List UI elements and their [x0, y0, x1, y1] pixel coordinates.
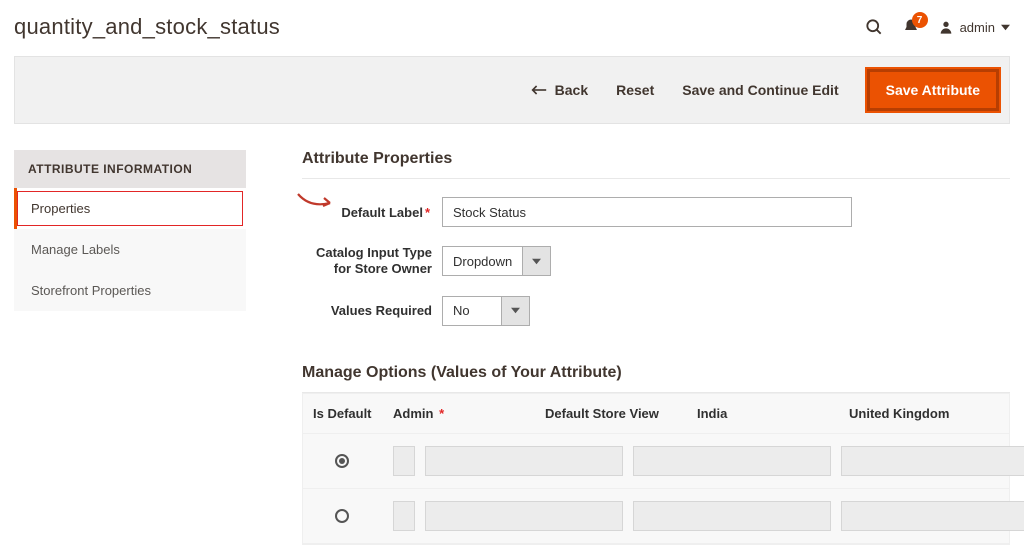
- required-mark: *: [423, 205, 432, 220]
- reset-button[interactable]: Reset: [616, 82, 654, 98]
- notifications-badge: 7: [912, 12, 928, 28]
- chevron-down-icon: [1001, 23, 1010, 32]
- section-manage-options: Manage Options (Values of Your Attribute…: [302, 364, 1010, 393]
- user-icon: [938, 19, 954, 35]
- default-label-input[interactable]: [442, 197, 852, 227]
- chevron-down-icon: [522, 247, 550, 275]
- option-india-input[interactable]: [633, 501, 831, 531]
- chevron-down-icon: [501, 297, 529, 325]
- values-required-select[interactable]: No: [442, 296, 530, 326]
- option-row: [303, 489, 1009, 544]
- sidebar: ATTRIBUTE INFORMATION Properties Manage …: [14, 150, 246, 545]
- back-button[interactable]: Back: [531, 82, 588, 98]
- option-uk-input[interactable]: [841, 446, 1024, 476]
- admin-label: admin: [960, 20, 995, 35]
- option-admin-input[interactable]: [393, 446, 415, 476]
- option-admin-input[interactable]: [393, 501, 415, 531]
- main: Attribute Properties Default Label* Cata…: [302, 150, 1010, 545]
- action-bar: Back Reset Save and Continue Edit Save A…: [14, 56, 1010, 124]
- top-actions: 7 admin: [864, 17, 1010, 37]
- option-default-store-input[interactable]: [425, 446, 623, 476]
- options-header: Is Default Admin * Default Store View In…: [303, 394, 1009, 434]
- arrow-left-icon: [531, 84, 547, 96]
- sidebar-item-manage-labels[interactable]: Manage Labels: [14, 229, 246, 270]
- option-india-input[interactable]: [633, 446, 831, 476]
- input-type-select[interactable]: Dropdown: [442, 246, 551, 276]
- option-default-store-input[interactable]: [425, 501, 623, 531]
- is-default-radio[interactable]: [335, 454, 349, 468]
- option-uk-input[interactable]: [841, 501, 1024, 531]
- topbar: quantity_and_stock_status 7 admin: [14, 10, 1010, 52]
- options-table: Is Default Admin * Default Store View In…: [302, 393, 1010, 545]
- sidebar-item-properties[interactable]: Properties: [14, 188, 246, 229]
- save-continue-button[interactable]: Save and Continue Edit: [682, 82, 838, 98]
- field-input-type: Catalog Input Type for Store Owner Dropd…: [302, 245, 1010, 278]
- section-attribute-properties: Attribute Properties: [302, 150, 1010, 179]
- notifications-icon[interactable]: 7: [902, 18, 920, 36]
- field-values-required: Values Required No: [302, 296, 1010, 326]
- search-icon[interactable]: [864, 17, 884, 37]
- is-default-radio[interactable]: [335, 509, 349, 523]
- field-default-label: Default Label*: [302, 197, 1010, 227]
- sidebar-item-storefront-properties[interactable]: Storefront Properties: [14, 270, 246, 311]
- sidebar-heading: ATTRIBUTE INFORMATION: [14, 150, 246, 188]
- admin-menu[interactable]: admin: [938, 19, 1010, 35]
- option-row: [303, 434, 1009, 489]
- page-title: quantity_and_stock_status: [14, 14, 280, 40]
- save-attribute-button[interactable]: Save Attribute: [867, 69, 999, 111]
